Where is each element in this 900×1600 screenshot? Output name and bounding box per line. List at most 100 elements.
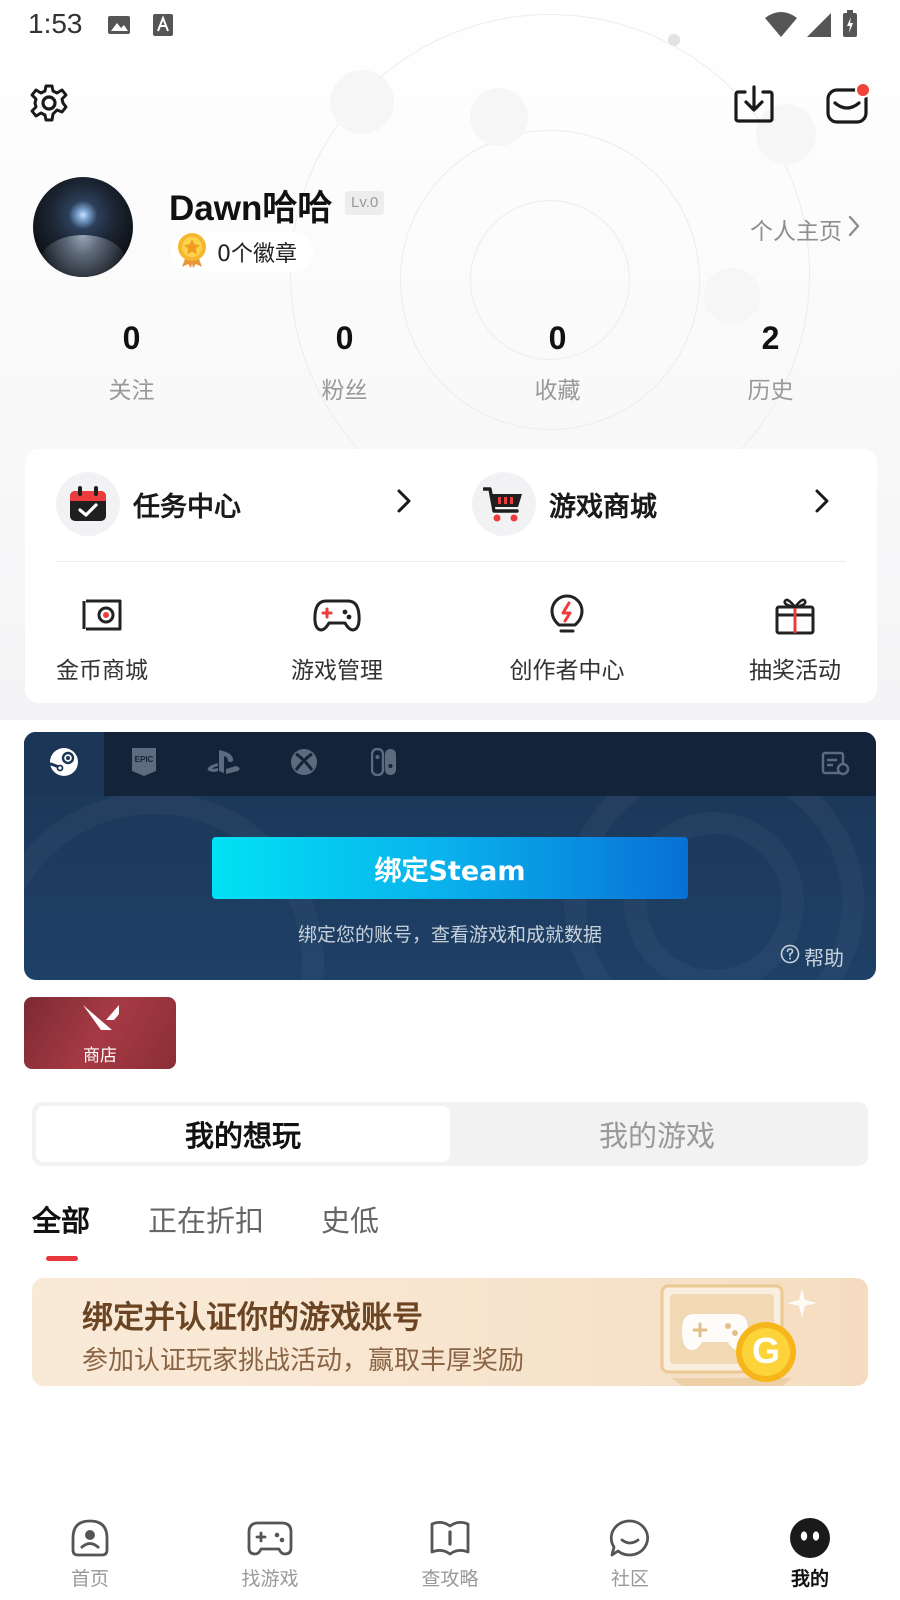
switch-icon <box>370 747 397 780</box>
status-time: 1:53 <box>28 8 83 39</box>
creator-center-label: 创作者中心 <box>509 658 625 684</box>
promo-subtitle: 参加认证玩家挑战活动，赢取丰厚奖励 <box>82 1346 525 1376</box>
download-icon[interactable] <box>732 82 776 126</box>
task-center-button[interactable]: 任务中心 <box>56 471 241 537</box>
g-coin-letter: G <box>752 1330 781 1371</box>
creator-center-button[interactable]: 创作者中心 <box>487 591 647 685</box>
coin-store-icon <box>22 591 182 639</box>
chevron-right-icon <box>397 489 411 517</box>
homepage-link[interactable]: 个人主页 <box>750 212 860 246</box>
game-monitor-illustration <box>632 1278 868 1386</box>
stats-row: 0 关注 0 粉丝 0 收藏 2 历史 <box>25 320 877 410</box>
nav-home[interactable]: 首页 <box>0 1500 180 1600</box>
game-mall-label: 游戏商城 <box>549 491 657 523</box>
font-download-icon <box>152 13 174 41</box>
stat-history[interactable]: 2 历史 <box>664 320 877 410</box>
tab-my-games[interactable]: 我的游戏 <box>450 1106 864 1162</box>
tab-xbox[interactable] <box>264 732 344 796</box>
valorant-logo-icon <box>81 1003 121 1037</box>
stat-fans[interactable]: 0 粉丝 <box>238 320 451 410</box>
nav-me-label: 我的 <box>790 1568 829 1590</box>
coin-store-button[interactable]: 金币商城 <box>22 591 182 685</box>
homepage-link-label: 个人主页 <box>750 219 842 245</box>
home-icon <box>0 1516 180 1560</box>
bind-steam-button[interactable]: 绑定Steam <box>212 837 688 899</box>
tab-switch[interactable] <box>344 732 424 796</box>
steam-icon <box>49 747 79 781</box>
game-management-label: 游戏管理 <box>291 658 383 684</box>
bulb-icon <box>487 591 647 639</box>
bind-account-promo-banner[interactable]: 绑定并认证你的游戏账号 参加认证玩家挑战活动，赢取丰厚奖励 G <box>32 1278 868 1386</box>
level-badge: Lv.0 <box>345 191 385 215</box>
filter-lowest-price[interactable]: 史低 <box>321 1198 379 1240</box>
nav-find-games-label: 找游戏 <box>241 1568 299 1590</box>
guide-book-icon <box>360 1516 540 1560</box>
valorant-shop-tile[interactable]: 商店 <box>24 997 176 1069</box>
decor-logo <box>330 70 394 134</box>
promo-title: 绑定并认证你的游戏账号 <box>82 1300 423 1336</box>
xbox-icon <box>289 747 319 781</box>
divider <box>56 561 846 562</box>
filter-all[interactable]: 全部 <box>32 1198 90 1240</box>
nav-community-label: 社区 <box>610 1568 649 1590</box>
image-icon <box>107 14 131 40</box>
decor-logo <box>470 88 528 146</box>
medal-count: 0个徽章 <box>217 242 297 267</box>
game-mall-button[interactable]: 游戏商城 <box>472 471 657 537</box>
tab-epic[interactable]: EPIC <box>104 732 184 796</box>
stat-value: 2 <box>761 320 780 356</box>
lottery-label: 抽奖活动 <box>749 658 841 684</box>
help-label: 帮助 <box>804 946 844 970</box>
filter-on-sale[interactable]: 正在折扣 <box>148 1198 264 1240</box>
gamepad-icon <box>180 1516 360 1560</box>
status-bar: 1:53 <box>0 0 900 50</box>
shop-label: 商店 <box>83 1046 117 1066</box>
chat-bubble-icon <box>540 1516 720 1560</box>
stat-favorites[interactable]: 0 收藏 <box>451 320 664 410</box>
stat-label: 历史 <box>747 378 794 404</box>
lottery-button[interactable]: 抽奖活动 <box>715 591 875 685</box>
bind-description: 绑定您的账号，查看游戏和成就数据 <box>297 924 602 946</box>
filter-underline <box>46 1256 78 1261</box>
stat-value: 0 <box>335 320 354 356</box>
settings-icon[interactable] <box>28 82 70 124</box>
bottom-nav: 首页 找游戏 查攻略 社区 我的 <box>0 1500 900 1600</box>
nav-find-games[interactable]: 找游戏 <box>180 1500 360 1600</box>
stat-value: 0 <box>122 320 141 356</box>
shopping-cart-icon <box>472 472 536 536</box>
game-management-button[interactable]: 游戏管理 <box>257 591 417 685</box>
wifi-icon <box>764 12 798 42</box>
gift-icon <box>715 591 875 639</box>
chevron-right-icon <box>815 489 829 517</box>
tab-steam[interactable] <box>24 732 104 796</box>
chevron-right-icon <box>848 215 860 243</box>
task-center-label: 任务中心 <box>133 491 241 523</box>
signal-icon <box>806 12 832 42</box>
platform-tab-bar: EPIC <box>24 732 876 796</box>
stat-label: 收藏 <box>534 378 581 404</box>
wishlist-segment: 我的想玩 我的游戏 <box>32 1102 868 1166</box>
playstation-icon <box>206 749 242 779</box>
avatar[interactable] <box>33 177 133 277</box>
nav-community[interactable]: 社区 <box>540 1500 720 1600</box>
medal-icon <box>175 232 209 272</box>
help-link[interactable]: 帮助 <box>780 942 844 971</box>
message-icon[interactable] <box>825 82 871 126</box>
platform-bind-card: EPIC 绑定Steam 绑定您的账号，查看游戏和成就数据 帮助 <box>24 732 876 980</box>
account-manage-icon[interactable] <box>796 732 876 796</box>
question-circle-icon <box>780 944 800 969</box>
nav-me[interactable]: 我的 <box>720 1500 900 1600</box>
profile-face-icon <box>720 1516 900 1560</box>
stat-value: 0 <box>548 320 567 356</box>
services-card: 任务中心 游戏商城 金币商城 游戏管理 创作者中心 抽奖活动 <box>25 449 877 703</box>
nav-home-label: 首页 <box>70 1568 109 1590</box>
username: Dawn哈哈 <box>169 189 333 228</box>
svg-text:EPIC: EPIC <box>135 755 154 764</box>
stat-following[interactable]: 0 关注 <box>25 320 238 410</box>
battery-icon <box>842 10 858 42</box>
tab-wishlist[interactable]: 我的想玩 <box>36 1106 450 1162</box>
coin-store-label: 金币商城 <box>56 658 148 684</box>
medal-badge-button[interactable]: 0个徽章 <box>171 232 313 272</box>
tab-playstation[interactable] <box>184 732 264 796</box>
nav-guides[interactable]: 查攻略 <box>360 1500 540 1600</box>
